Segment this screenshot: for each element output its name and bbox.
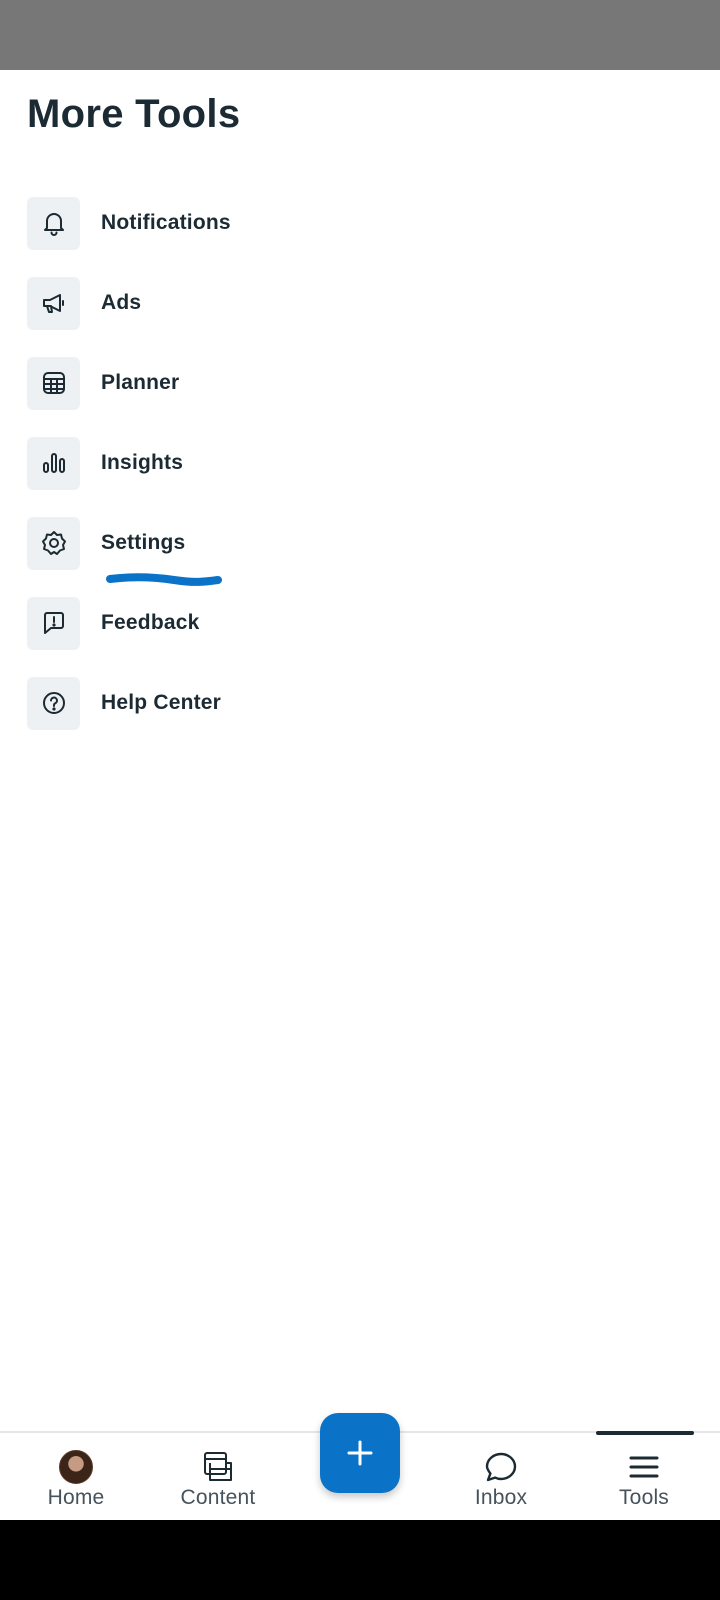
menu-item-label: Feedback [101, 611, 200, 634]
menu-item-notifications[interactable]: Notifications [27, 196, 627, 250]
menu-item-label: Insights [101, 451, 184, 474]
nav-label: Tools [618, 1486, 670, 1509]
question-circle-icon [27, 676, 80, 730]
gear-icon [27, 516, 80, 570]
avatar [59, 1449, 93, 1485]
menu-item-settings[interactable]: Settings [27, 516, 627, 570]
page-title: More Tools [27, 92, 241, 136]
menu-item-label: Ads [101, 291, 142, 314]
menu-item-feedback[interactable]: Feedback [27, 596, 627, 650]
plus-icon [347, 1440, 373, 1466]
feedback-bubble-icon [27, 596, 80, 650]
menu-item-label: Settings [101, 531, 186, 554]
nav-home[interactable]: Home [16, 1433, 136, 1522]
content-stack-icon [201, 1449, 235, 1485]
nav-label: Home [47, 1486, 105, 1509]
nav-tools[interactable]: Tools [584, 1433, 704, 1522]
chat-bubble-icon [484, 1449, 518, 1485]
menu-item-ads[interactable]: Ads [27, 276, 627, 330]
menu-item-planner[interactable]: Planner [27, 356, 627, 410]
nav-label: Content [180, 1486, 256, 1509]
nav-content[interactable]: Content [158, 1433, 278, 1522]
nav-inbox[interactable]: Inbox [441, 1433, 561, 1522]
megaphone-icon [27, 276, 80, 330]
calendar-grid-icon [27, 356, 80, 410]
menu-item-label: Notifications [101, 211, 231, 234]
menu-item-label: Help Center [101, 691, 222, 714]
status-bar [0, 0, 720, 70]
create-button[interactable] [320, 1413, 400, 1493]
system-navigation-bar [0, 1520, 720, 1600]
menu-item-label: Planner [101, 371, 180, 394]
annotation-underline [106, 573, 222, 586]
bell-icon [27, 196, 80, 250]
menu-item-help-center[interactable]: Help Center [27, 676, 627, 730]
menu-lines-icon [627, 1449, 661, 1485]
nav-label: Inbox [474, 1486, 528, 1509]
menu-item-insights[interactable]: Insights [27, 436, 627, 490]
active-tab-indicator [596, 1431, 694, 1435]
bar-chart-icon [27, 436, 80, 490]
